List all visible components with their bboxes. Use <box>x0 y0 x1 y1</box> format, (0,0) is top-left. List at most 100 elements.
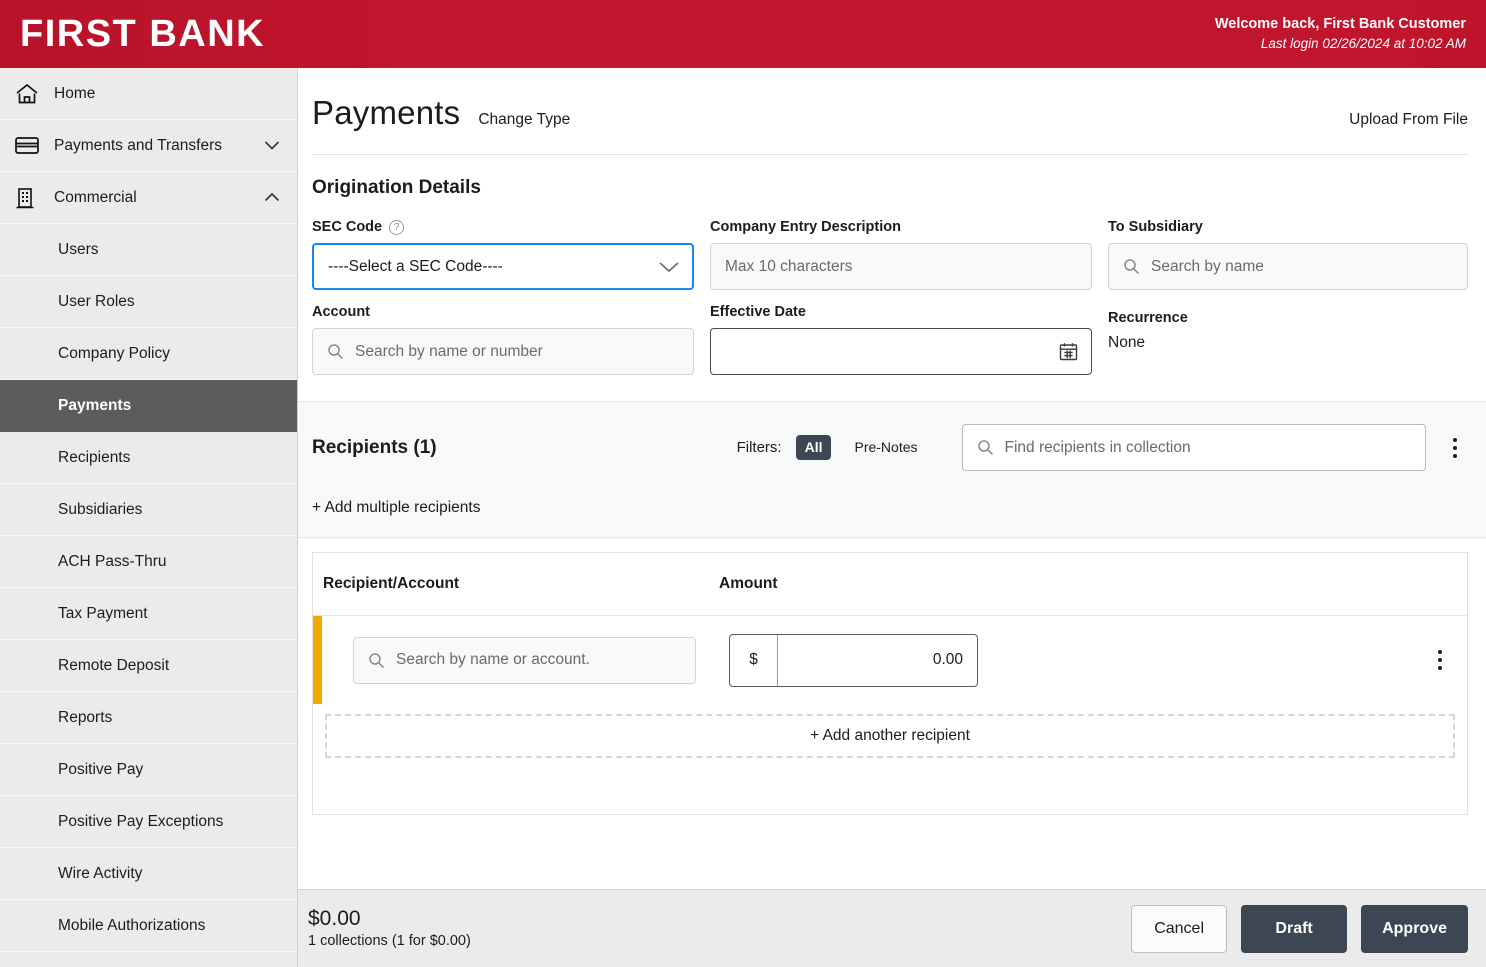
building-icon <box>14 186 54 210</box>
sidebar-item-payments[interactable]: Payments <box>0 380 297 432</box>
origination-fields-grid: SEC Code ? ----Select a SEC Code---- Com… <box>312 219 1468 375</box>
find-recipients-placeholder: Find recipients in collection <box>1004 438 1191 456</box>
sidebar-nav: Home Payments and Transfers Commercial U… <box>0 68 298 967</box>
sidebar-item-wire-activity[interactable]: Wire Activity <box>0 848 297 900</box>
sec-code-field: SEC Code ? ----Select a SEC Code---- <box>312 219 694 290</box>
sidebar-item-positive-pay-exceptions[interactable]: Positive Pay Exceptions <box>0 796 297 848</box>
sidebar-item-tax-payment[interactable]: Tax Payment <box>0 588 297 640</box>
first-bank-logo[interactable]: FIRST BANK <box>20 15 265 53</box>
effective-date-field: Effective Date <box>710 304 1092 375</box>
recipients-table: Recipient/Account Amount Search by name … <box>312 552 1468 815</box>
sidebar-item-label: Users <box>58 240 99 258</box>
search-icon <box>368 652 385 669</box>
recipients-heading: Recipients (1) <box>312 436 437 458</box>
recurrence-value: None <box>1108 334 1146 351</box>
collections-summary: 1 collections (1 for $0.00) <box>308 933 471 950</box>
add-another-recipient-button[interactable]: + Add another recipient <box>325 714 1455 758</box>
effective-date-label: Effective Date <box>710 304 806 320</box>
table-header-row: Recipient/Account Amount <box>313 553 1467 616</box>
amount-input[interactable]: $ 0.00 <box>729 633 978 687</box>
filters-label: Filters: <box>736 439 782 456</box>
recipients-section: Recipients (1) Filters: All Pre-Notes Fi… <box>298 401 1486 538</box>
account-placeholder: Search by name or number <box>355 342 543 360</box>
home-icon <box>14 82 54 106</box>
column-header-amount: Amount <box>719 575 778 592</box>
calendar-icon[interactable] <box>1058 341 1079 362</box>
sec-code-label: SEC Code ? <box>312 219 694 235</box>
sidebar-item-label: Company Policy <box>58 344 170 362</box>
cancel-button[interactable]: Cancel <box>1131 904 1228 953</box>
to-subsidiary-label: To Subsidiary <box>1108 219 1203 235</box>
account-field: Account Search by name or number <box>312 304 694 375</box>
sidebar-item-label: Positive Pay <box>58 760 144 778</box>
account-label: Account <box>312 304 370 320</box>
add-multiple-recipients-link[interactable]: + Add multiple recipients <box>312 499 1468 517</box>
effective-date-input[interactable] <box>710 328 1092 375</box>
recurrence-label: Recurrence <box>1108 310 1188 326</box>
footer-buttons: Cancel Draft Approve <box>1131 904 1468 953</box>
currency-symbol: $ <box>730 634 778 686</box>
sidebar-item-reports[interactable]: Reports <box>0 692 297 744</box>
change-type-link[interactable]: Change Type <box>478 111 570 129</box>
origination-section-title: Origination Details <box>312 177 481 198</box>
origination-details-section: Origination Details SEC Code ? ----Selec… <box>298 155 1486 401</box>
sidebar-item-users[interactable]: Users <box>0 224 297 276</box>
account-search-input[interactable]: Search by name or number <box>312 328 694 375</box>
sidebar-item-label: Tax Payment <box>58 604 148 622</box>
recipients-table-wrapper: Recipient/Account Amount Search by name … <box>298 538 1486 889</box>
sidebar-item-subsidiaries[interactable]: Subsidiaries <box>0 484 297 536</box>
filter-all-button[interactable]: All <box>795 435 832 460</box>
search-icon <box>1123 258 1140 275</box>
sidebar-item-label: Commercial <box>54 188 137 206</box>
company-entry-description-label: Company Entry Description <box>710 219 901 235</box>
sidebar-item-home[interactable]: Home <box>0 68 297 120</box>
sidebar-item-remote-deposit[interactable]: Remote Deposit <box>0 640 297 692</box>
chevron-up-icon[interactable] <box>263 192 281 203</box>
last-login-text: Last login 02/26/2024 at 10:02 AM <box>1260 35 1466 51</box>
sidebar-item-company-policy[interactable]: Company Policy <box>0 328 297 380</box>
approve-button[interactable]: Approve <box>1361 904 1468 953</box>
sidebar-item-commercial[interactable]: Commercial <box>0 172 297 224</box>
to-subsidiary-field: To Subsidiary Search by name <box>1108 219 1468 290</box>
recipients-filters: Filters: All Pre-Notes <box>736 435 927 460</box>
row-status-accent <box>313 616 322 704</box>
add-another-recipient-wrapper: + Add another recipient <box>313 704 1467 814</box>
to-subsidiary-placeholder: Search by name <box>1151 257 1264 275</box>
table-row: Search by name or account. $ 0.00 <box>313 616 1467 704</box>
chevron-down-icon <box>658 260 680 274</box>
sidebar-item-label: Recipients <box>58 448 131 466</box>
sidebar-item-mobile-authorizations[interactable]: Mobile Authorizations <box>0 900 297 952</box>
draft-button[interactable]: Draft <box>1241 904 1348 953</box>
footer-action-bar: $0.00 1 collections (1 for $0.00) Cancel… <box>298 889 1486 967</box>
app-root: FIRST BANK Welcome back, First Bank Cust… <box>0 0 1486 967</box>
page-header: Payments Change Type Upload From File <box>298 68 1486 155</box>
recipient-search-placeholder: Search by name or account. <box>396 651 590 668</box>
sidebar-item-user-roles[interactable]: User Roles <box>0 276 297 328</box>
row-options-kebab-icon[interactable] <box>1427 640 1453 680</box>
sec-code-select[interactable]: ----Select a SEC Code---- <box>312 243 694 290</box>
sidebar-item-payments-and-transfers[interactable]: Payments and Transfers <box>0 120 297 172</box>
sidebar-item-label: Payments and Transfers <box>54 136 222 154</box>
recipients-header: Recipients (1) Filters: All Pre-Notes Fi… <box>312 424 1468 471</box>
chevron-down-icon[interactable] <box>263 140 281 151</box>
help-icon[interactable]: ? <box>389 219 405 235</box>
sidebar-item-label: Home <box>54 84 96 102</box>
app-body: Home Payments and Transfers Commercial U… <box>0 68 1486 967</box>
total-amount: $0.00 <box>308 906 361 930</box>
column-header-recipient-account: Recipient/Account <box>323 575 460 592</box>
sidebar-item-recipients[interactable]: Recipients <box>0 432 297 484</box>
upload-from-file-link[interactable]: Upload From File <box>1349 111 1468 129</box>
find-recipients-input[interactable]: Find recipients in collection <box>961 424 1426 471</box>
search-icon <box>977 439 994 456</box>
to-subsidiary-search-input[interactable]: Search by name <box>1108 243 1468 290</box>
main-content: Payments Change Type Upload From File Or… <box>298 68 1486 967</box>
filter-prenotes-button[interactable]: Pre-Notes <box>845 435 926 459</box>
sidebar-item-ach-pass-thru[interactable]: ACH Pass-Thru <box>0 536 297 588</box>
recipient-search-input[interactable]: Search by name or account. <box>353 636 696 684</box>
top-brand-bar: FIRST BANK Welcome back, First Bank Cust… <box>0 0 1486 68</box>
company-entry-description-input[interactable]: Max 10 characters <box>710 243 1092 290</box>
sidebar-item-label: Wire Activity <box>58 864 143 882</box>
recipients-options-kebab-icon[interactable] <box>1442 428 1468 468</box>
sidebar-item-positive-pay[interactable]: Positive Pay <box>0 744 297 796</box>
welcome-block: Welcome back, First Bank Customer Last l… <box>1215 15 1468 53</box>
